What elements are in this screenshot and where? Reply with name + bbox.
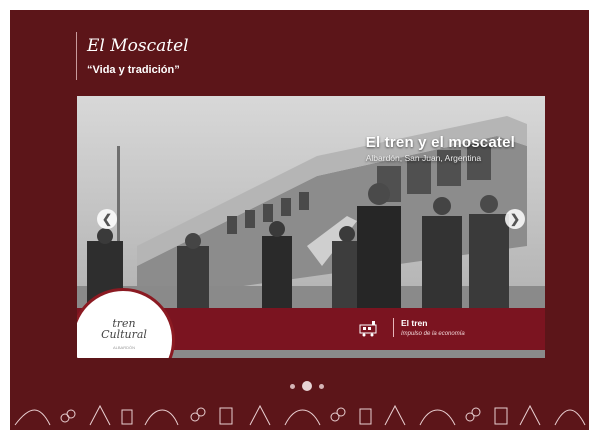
train-icon [359, 321, 377, 337]
slide-info: El tren Impulso de la economía [393, 318, 465, 337]
prev-slide-button[interactable]: ❮ [97, 209, 117, 229]
image-slider: El tren y el moscatel Albardón, San Juan… [77, 96, 545, 358]
pagination-dot-active[interactable] [302, 381, 312, 391]
info-title: El tren [401, 318, 428, 328]
chevron-right-icon: ❯ [509, 212, 521, 226]
brand-title: El Moscatel [87, 36, 189, 56]
slider-pagination [290, 381, 324, 391]
next-slide-button[interactable]: ❯ [505, 209, 525, 229]
info-subtitle: Impulso de la economía [401, 331, 465, 337]
chevron-left-icon: ❮ [101, 212, 113, 226]
slide-subtitle: Albardón, San Juan, Argentina [365, 153, 482, 163]
logo-subtext: ALBARDÓN [112, 345, 135, 350]
slide-title: El tren y el moscatel [365, 134, 515, 151]
pagination-dot[interactable] [290, 383, 295, 389]
brand-header: El Moscatel “Vida y tradición” [76, 32, 189, 80]
brand-tagline: “Vida y tradición” [87, 64, 180, 76]
slide-caption: El tren y el moscatel Albardón, San Juan… [366, 134, 515, 163]
grape-vine-decoration [14, 404, 586, 426]
logo-text: tren Cultural [101, 317, 147, 341]
pagination-dot[interactable] [319, 383, 324, 389]
page-panel: El Moscatel “Vida y tradición” El tren y… [10, 10, 589, 430]
